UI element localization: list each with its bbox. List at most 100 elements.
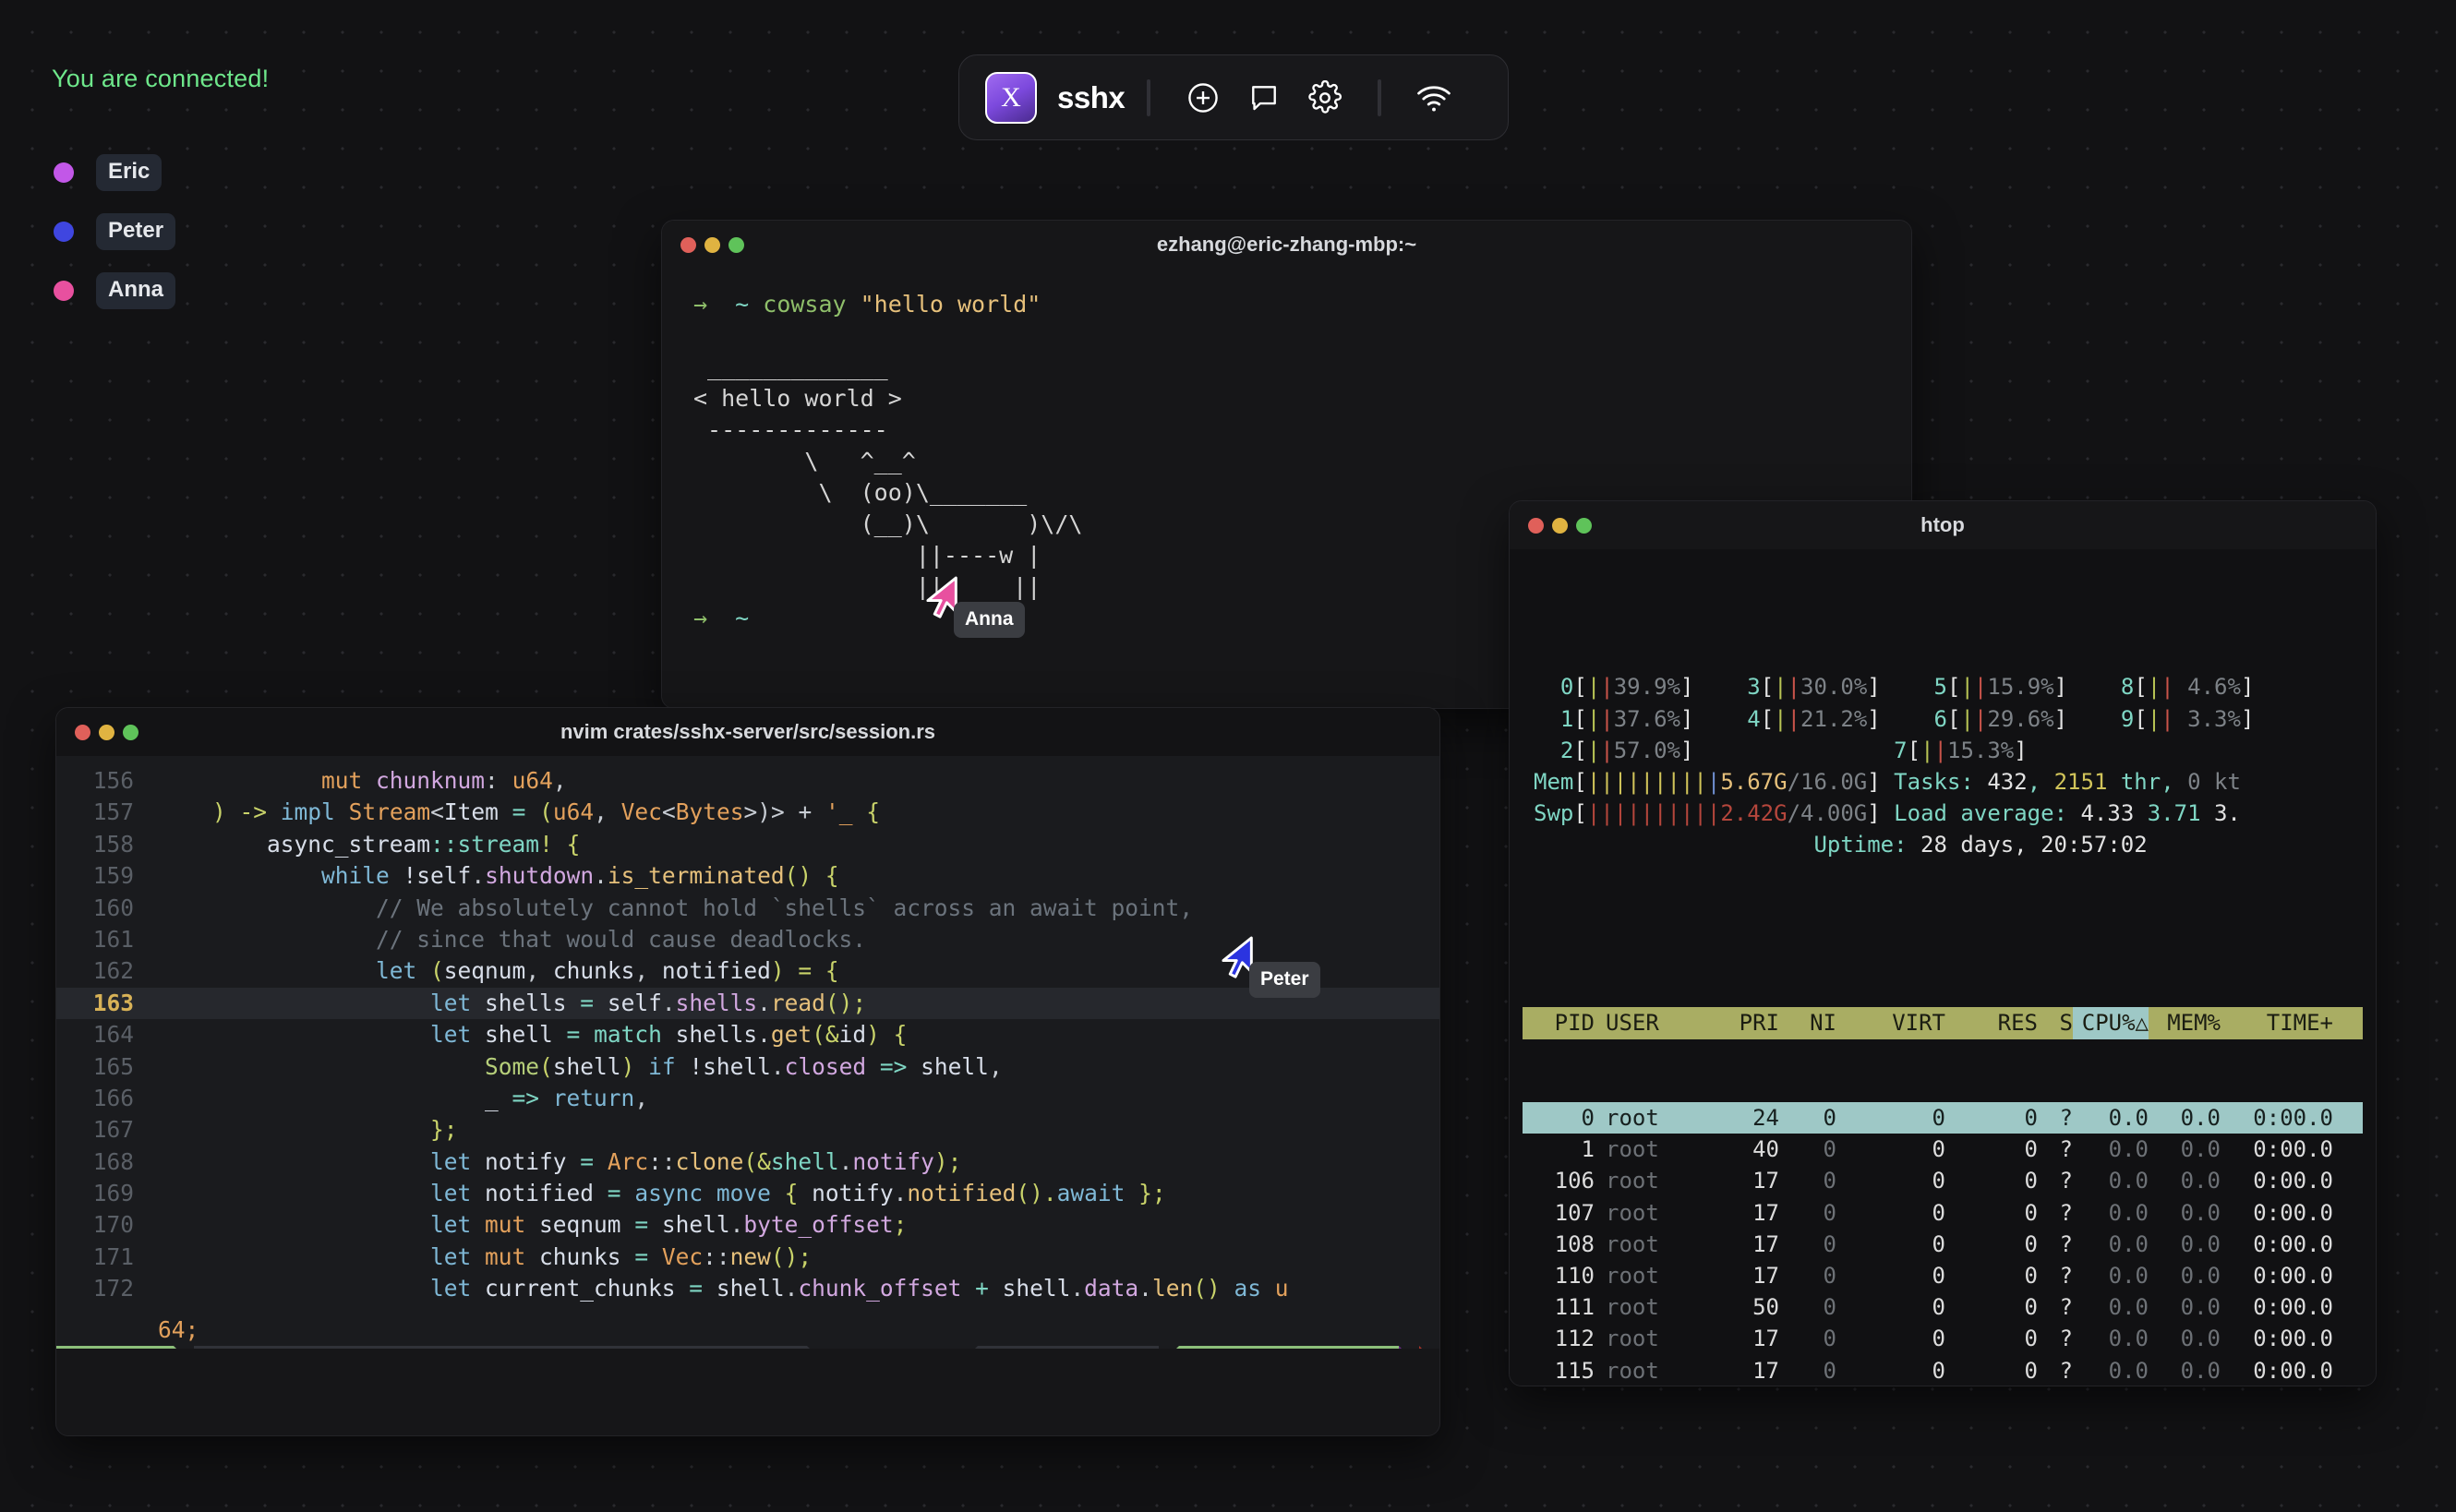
user-list-item: Eric xyxy=(54,143,175,202)
terminal-titlebar[interactable]: ezhang@eric-zhang-mbp:~ xyxy=(662,221,1911,269)
code-line[interactable]: 159 while !self.shutdown.is_terminated()… xyxy=(56,860,1439,892)
column-header[interactable]: PID xyxy=(1523,1007,1595,1038)
cpu-bracket: ] xyxy=(1679,737,1694,763)
code-line[interactable]: 165 Some(shell) if !shell.closed => shel… xyxy=(56,1051,1439,1083)
code-line[interactable]: 156 mut chunknum: u64, xyxy=(56,765,1439,797)
column-header[interactable]: MEM% xyxy=(2149,1007,2221,1038)
cpu-bracket: ] xyxy=(1679,674,1694,701)
process-pri: 17 xyxy=(1752,1326,1779,1352)
process-time: 0:00.0 xyxy=(2253,1294,2333,1321)
code-token: (& xyxy=(812,1021,839,1049)
process-row[interactable]: 112 root 17 0 0 0? 0.0 0.0 0:00.0 xyxy=(1523,1323,2363,1354)
code-line[interactable]: 160 // We absolutely cannot hold `shells… xyxy=(56,893,1439,924)
line-text: // We absolutely cannot hold `shells` ac… xyxy=(158,893,1193,924)
htop-process-rows[interactable]: 0 root 24 0 0 0? 0.0 0.0 0:00.0 1 root 40 0 0 0? 0.0 0.0… xyxy=(1510,1102,2376,1386)
status-file-group: <shx-server/src/session.rs rust-ana… rus… xyxy=(194,1346,808,1349)
minimize-icon[interactable] xyxy=(704,236,720,253)
window-controls[interactable] xyxy=(75,724,138,740)
nvim-buffer[interactable]: 156 mut chunknum: u64, 157 ) -> impl Stre… xyxy=(56,756,1439,1349)
code-line[interactable]: 168 let notify = Arc::clone(&shell.notif… xyxy=(56,1146,1439,1178)
cpu-bar-high: | xyxy=(1787,674,1801,701)
close-icon[interactable] xyxy=(680,236,696,253)
code-token: chunks xyxy=(552,957,635,985)
terminal-window-htop[interactable]: htop 0[||39.9%] 3[||30.0%] 5[||15.9%] 8[… xyxy=(1509,500,2377,1386)
chat-icon[interactable] xyxy=(1243,77,1285,119)
code-token: }; xyxy=(1125,1180,1166,1207)
htop-process-table[interactable]: PID USER PRI NI VIRT RES S CPU%△ MEM% TIME+ 0 root… xyxy=(1510,944,2376,1386)
line-text: let notified = async move { notify.notif… xyxy=(158,1178,1166,1209)
process-row[interactable]: 0 root 24 0 0 0? 0.0 0.0 0:00.0 xyxy=(1523,1102,2363,1134)
kthread-count: 0 xyxy=(2187,769,2201,796)
nvim-titlebar[interactable]: nvim crates/sshx-server/src/session.rs xyxy=(56,708,1439,756)
cpu-bracket: ] xyxy=(1867,674,1881,701)
gear-icon[interactable] xyxy=(1304,77,1346,119)
code-token: if xyxy=(648,1052,690,1080)
code-token: : xyxy=(485,767,512,794)
code-token: => xyxy=(498,1084,553,1111)
htop-table-header[interactable]: PID USER PRI NI VIRT RES S CPU%△ MEM% TIME+ xyxy=(1523,1007,2363,1039)
code-line[interactable]: 157 ) -> impl Stream<Item = (u64, Vec<By… xyxy=(56,797,1439,828)
window-controls[interactable] xyxy=(680,236,744,253)
code-token: ) { xyxy=(866,1021,908,1049)
column-header[interactable]: USER xyxy=(1595,1007,1698,1038)
code-token: . xyxy=(1070,1275,1085,1302)
code-token: . xyxy=(594,862,608,890)
process-ni: 0 xyxy=(1823,1168,1836,1194)
code-token: shells xyxy=(485,989,567,1016)
code-line[interactable]: 170 let mut seqnum = shell.byte_offset; xyxy=(56,1209,1439,1241)
cpu-bar-low: | xyxy=(1774,705,1788,732)
code-line[interactable]: 171 let mut chunks = Vec::new(); xyxy=(56,1242,1439,1273)
logo-glyph: X xyxy=(1001,81,1021,113)
process-row[interactable]: 1 root 40 0 0 0? 0.0 0.0 0:00.0 xyxy=(1523,1134,2363,1165)
status-arrow-file xyxy=(807,1346,828,1349)
mem-meter-row: Mem[||||||||||5.67G/16.0G] Tasks: 432, 2… xyxy=(1534,766,2352,798)
maximize-icon[interactable] xyxy=(123,724,138,740)
process-mem: 0.0 xyxy=(2180,1136,2221,1163)
code-line[interactable]: 164 let shell = match shells.get(&id) { xyxy=(56,1019,1439,1050)
code-line[interactable]: 169 let notified = async move { notify.n… xyxy=(56,1178,1439,1209)
window-controls[interactable] xyxy=(1528,517,1592,534)
process-row[interactable]: 111 root 50 0 0 0? 0.0 0.0 0:00.0 xyxy=(1523,1291,2363,1323)
add-icon[interactable] xyxy=(1182,77,1224,119)
maximize-icon[interactable] xyxy=(728,236,744,253)
minimize-icon[interactable] xyxy=(99,724,114,740)
close-icon[interactable] xyxy=(75,724,90,740)
maximize-icon[interactable] xyxy=(1576,517,1592,534)
load-label: Load average: xyxy=(1894,800,2081,827)
code-line[interactable]: 172 let current_chunks = shell.chunk_off… xyxy=(56,1273,1439,1304)
code-token: self xyxy=(416,862,472,890)
htop-output[interactable]: 0[||39.9%] 3[||30.0%] 5[||15.9%] 8[|| 4.… xyxy=(1510,549,2376,1386)
code-line[interactable]: 163 let shells = self.shells.read(); xyxy=(56,987,1439,1020)
process-row[interactable]: 110 root 17 0 0 0? 0.0 0.0 0:00.0 xyxy=(1523,1260,2363,1291)
close-icon[interactable] xyxy=(1528,517,1544,534)
code-token: . xyxy=(729,1211,744,1239)
user-name-label: Eric xyxy=(96,154,163,191)
htop-titlebar[interactable]: htop xyxy=(1510,501,2376,549)
code-token: , xyxy=(594,798,621,826)
process-row[interactable]: 107 root 17 0 0 0? 0.0 0.0 0:00.0 xyxy=(1523,1197,2363,1229)
code-line[interactable]: 166 _ => return, xyxy=(56,1083,1439,1114)
column-header[interactable]: TIME+ xyxy=(2221,1007,2333,1038)
process-row[interactable]: 115 root 17 0 0 0? 0.0 0.0 0:00.0 xyxy=(1523,1355,2363,1386)
process-row[interactable]: 106 root 17 0 0 0? 0.0 0.0 0:00.0 xyxy=(1523,1165,2363,1196)
network-icon[interactable] xyxy=(1413,77,1455,119)
minimize-icon[interactable] xyxy=(1552,517,1568,534)
code-line[interactable]: 167 }; xyxy=(56,1114,1439,1146)
column-header[interactable]: PRI xyxy=(1698,1007,1779,1038)
column-header[interactable]: S xyxy=(2038,1007,2073,1038)
process-pri: 50 xyxy=(1752,1294,1779,1321)
column-header[interactable]: VIRT xyxy=(1836,1007,1945,1038)
process-state: ? xyxy=(2059,1168,2073,1194)
cpu-id: 8 xyxy=(2093,674,2135,701)
code-token: (); xyxy=(825,989,867,1016)
thread-count: 2151 xyxy=(2053,769,2108,796)
command-arg: "hello world" xyxy=(860,291,1041,318)
code-token: Item xyxy=(443,798,499,826)
column-header[interactable]: RES xyxy=(1945,1007,2038,1038)
editor-window-nvim[interactable]: nvim crates/sshx-server/src/session.rs 1… xyxy=(55,707,1440,1436)
code-line[interactable]: 158 async_stream::stream! { xyxy=(56,829,1439,860)
column-header[interactable]: NI xyxy=(1779,1007,1836,1038)
code-lines[interactable]: 156 mut chunknum: u64, 157 ) -> impl Stre… xyxy=(56,756,1439,1305)
column-header[interactable]: CPU%△ xyxy=(2073,1007,2149,1039)
process-row[interactable]: 108 root 17 0 0 0? 0.0 0.0 0:00.0 xyxy=(1523,1229,2363,1260)
